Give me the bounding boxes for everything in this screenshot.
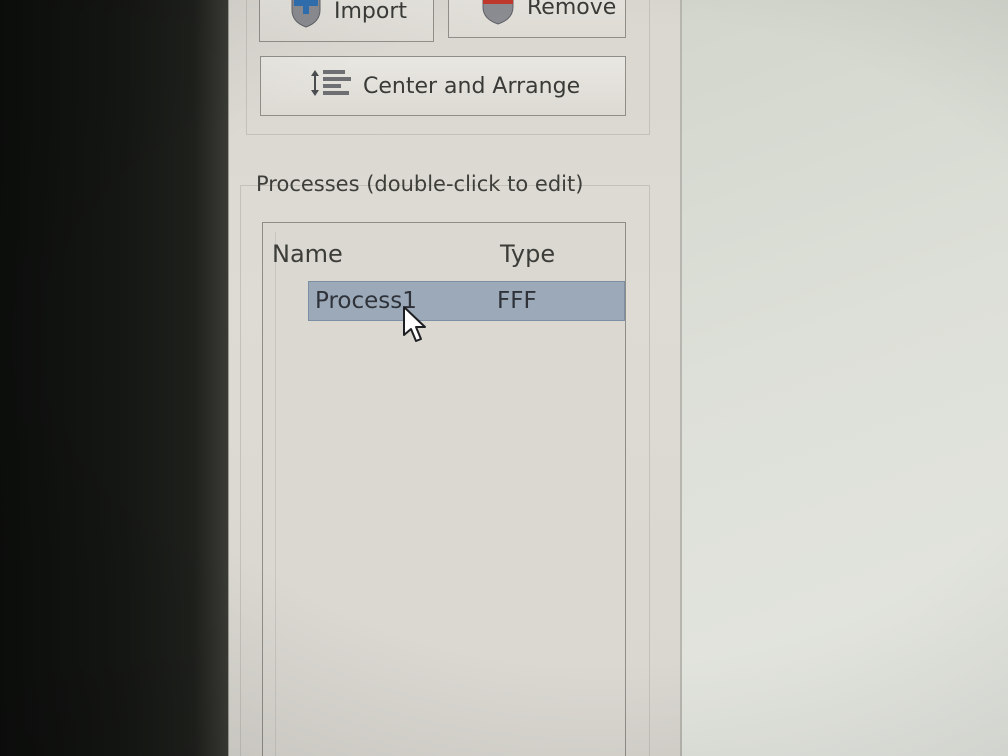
- processes-section-label: Processes (double-click to edit): [256, 172, 584, 196]
- center-arrange-button[interactable]: Center and Arrange: [260, 56, 626, 116]
- process-type-cell[interactable]: FFF: [497, 288, 537, 314]
- import-button[interactable]: Import: [259, 0, 434, 42]
- monitor-bezel: [0, 0, 228, 756]
- mouse-cursor-icon: [402, 305, 428, 349]
- column-header-type[interactable]: Type: [500, 240, 555, 268]
- minus-shield-icon: [479, 0, 517, 31]
- list-gutter-line: [275, 232, 276, 756]
- column-header-name[interactable]: Name: [272, 240, 343, 268]
- plus-shield-icon: [288, 0, 324, 34]
- workspace-area: [682, 0, 1008, 756]
- center-arrange-label: Center and Arrange: [363, 73, 581, 99]
- center-arrange-icon: [309, 66, 353, 106]
- photo-scene: Import Remove Center and Arrange Process…: [0, 0, 1008, 756]
- remove-button[interactable]: Remove: [448, 0, 626, 38]
- import-label: Import: [334, 0, 408, 24]
- remove-label: Remove: [527, 0, 617, 20]
